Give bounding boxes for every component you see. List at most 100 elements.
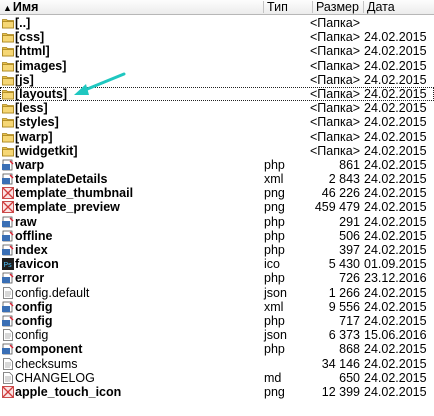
file-name: raw [15, 214, 37, 229]
file-size: 34 146 [321, 356, 360, 371]
php-file-icon [2, 159, 14, 171]
folder-row[interactable]: [layouts] <Папка> 24.02.2015 [0, 86, 434, 102]
file-date: 24.02.2015 [364, 342, 427, 357]
file-name: apple_touch_icon [15, 384, 122, 399]
file-date: 24.02.2015 [364, 186, 427, 201]
file-date: 24.02.2015 [364, 129, 427, 144]
folder-row[interactable]: [widgetkit] <Папка> 24.02.2015 [0, 144, 434, 158]
file-row[interactable]: CHANGELOG md 650 24.02.2015 [0, 371, 434, 385]
folder-icon [2, 74, 14, 86]
file-size: <Папка> [310, 44, 360, 59]
file-row[interactable]: error php 726 23.12.2016 [0, 271, 434, 285]
file-size: 868 [339, 342, 360, 357]
name-column-header[interactable]: ▲Имя [1, 0, 263, 14]
folder-row[interactable]: [..] <Папка> [0, 16, 434, 30]
file-name: CHANGELOG [15, 370, 95, 385]
file-row[interactable]: config.default json 1 266 24.02.2015 [0, 286, 434, 300]
file-date: 24.02.2015 [364, 101, 427, 116]
ico-file-icon: Ps [2, 258, 14, 271]
file-date: 23.12.2016 [364, 271, 427, 286]
file-name: template_thumbnail [15, 186, 134, 201]
file-name: component [15, 342, 83, 357]
file-extension: php [264, 243, 285, 257]
file-date: 24.02.2015 [364, 200, 427, 215]
file-row[interactable]: warp php 861 24.02.2015 [0, 158, 434, 172]
folder-icon [2, 145, 14, 157]
folder-up-icon [2, 17, 14, 29]
php-file-icon [2, 272, 14, 284]
file-date: 24.02.2015 [364, 228, 427, 243]
file-size: 717 [339, 313, 360, 328]
file-row[interactable]: checksums 34 146 24.02.2015 [0, 357, 434, 371]
folder-icon [2, 45, 14, 57]
ext-column-header[interactable]: Тип [267, 0, 312, 14]
file-date: 24.02.2015 [364, 313, 427, 328]
folder-row[interactable]: [js] <Папка> 24.02.2015 [0, 73, 434, 87]
folder-icon [2, 88, 14, 100]
file-size: <Папка> [310, 101, 360, 116]
file-size: 46 226 [321, 186, 360, 201]
folder-row[interactable]: [images] <Папка> 24.02.2015 [0, 59, 434, 73]
file-size: 650 [339, 370, 360, 385]
file-size: 1 266 [328, 285, 360, 300]
folder-row[interactable]: [warp] <Папка> 24.02.2015 [0, 130, 434, 144]
php-file-icon [2, 230, 14, 242]
column-divider[interactable] [263, 1, 264, 13]
file-row[interactable]: component php 868 24.02.2015 [0, 342, 434, 356]
file-date: 24.02.2015 [364, 299, 427, 314]
folder-row[interactable]: [css] <Папка> 24.02.2015 [0, 30, 434, 44]
text-file-icon [2, 286, 14, 299]
column-divider[interactable] [312, 1, 313, 13]
file-name: [images] [15, 58, 67, 73]
file-name: warp [15, 157, 45, 172]
file-name: template_preview [15, 200, 120, 215]
column-header: ▲Имя Тип Размер Дата [0, 0, 434, 15]
php-file-icon [2, 216, 14, 228]
file-name: config [15, 313, 53, 328]
file-row[interactable]: offline php 506 24.02.2015 [0, 229, 434, 243]
folder-icon [2, 102, 14, 114]
file-row[interactable]: config php 717 24.02.2015 [0, 314, 434, 328]
file-row[interactable]: config json 6 373 15.06.2016 [0, 328, 434, 342]
file-date: 24.02.2015 [364, 30, 427, 45]
file-date: 24.02.2015 [364, 243, 427, 257]
folder-row[interactable]: [styles] <Папка> 24.02.2015 [0, 115, 434, 129]
date-column-header[interactable]: Дата [367, 0, 433, 14]
file-row[interactable]: templateDetails xml 2 843 24.02.2015 [0, 172, 434, 186]
file-size: <Папка> [310, 129, 360, 144]
file-name: error [15, 271, 45, 286]
file-date: 24.02.2015 [364, 58, 427, 73]
file-size: 506 [339, 228, 360, 243]
file-date: 24.02.2015 [364, 72, 427, 87]
file-size: <Папка> [310, 30, 360, 45]
file-row[interactable]: config xml 9 556 24.02.2015 [0, 300, 434, 314]
size-column-header[interactable]: Размер [316, 0, 362, 14]
file-name: config.default [15, 285, 90, 300]
file-list[interactable]: [..] <Папка> [css] <Папка> 24.02.2015 [html] <… [0, 16, 434, 399]
column-divider[interactable] [363, 1, 364, 13]
file-date: 01.09.2015 [364, 257, 427, 272]
folder-row[interactable]: [less] <Папка> 24.02.2015 [0, 101, 434, 115]
file-row[interactable]: apple_touch_icon png 12 399 24.02.2015 [0, 385, 434, 399]
file-date: 24.02.2015 [364, 157, 427, 172]
file-row[interactable]: index php 397 24.02.2015 [0, 243, 434, 257]
file-size: 459 479 [314, 200, 360, 215]
file-row[interactable]: template_preview png 459 479 24.02.2015 [0, 200, 434, 214]
file-name: templateDetails [15, 172, 108, 187]
file-size: 291 [339, 214, 360, 229]
file-extension: php [264, 313, 285, 328]
folder-icon [2, 131, 14, 143]
folder-icon [2, 31, 14, 43]
file-row[interactable]: template_thumbnail png 46 226 24.02.2015 [0, 186, 434, 200]
folder-row[interactable]: [html] <Папка> 24.02.2015 [0, 44, 434, 58]
xml-file-icon [2, 301, 14, 313]
file-row[interactable]: Ps favicon ico 5 430 01.09.2015 [0, 257, 434, 271]
file-extension: png [264, 186, 285, 201]
file-size: 861 [339, 157, 360, 172]
file-name: [css] [15, 30, 45, 45]
file-size: <Папка> [310, 115, 360, 130]
file-row[interactable]: raw php 291 24.02.2015 [0, 215, 434, 229]
image-file-icon [2, 385, 14, 398]
file-extension: ico [264, 257, 280, 272]
file-extension: php [264, 214, 285, 229]
